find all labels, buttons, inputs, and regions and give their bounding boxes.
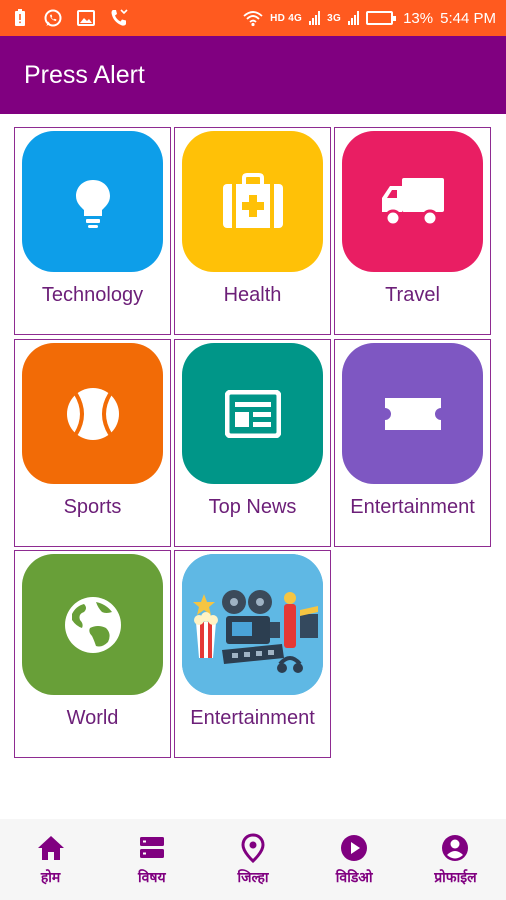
category-icon-bg [182,131,323,272]
category-label: Entertainment [350,496,475,518]
category-tile-entertainment[interactable]: Entertainment [334,339,491,547]
category-label: Sports [63,496,122,518]
category-label: Top News [208,496,297,518]
lightbulb-icon [75,179,110,228]
category-icon-bg [342,131,483,272]
nav-label: जिल्हा [237,870,269,886]
nav-label: विषय [137,870,166,886]
battery-alert-icon [15,9,25,26]
ticket-icon [384,397,441,430]
nav-label: प्रोफाईल [434,870,477,886]
category-icon-bg [342,343,483,484]
category-tile-health[interactable]: Health [174,127,331,335]
home-icon [37,836,64,860]
category-icon-bg [182,343,323,484]
first-aid-kit-icon [222,172,283,228]
whatsapp-icon [44,9,62,27]
category-icon-bg [22,343,163,484]
cinema-collage-icon [182,554,323,695]
bottom-navigation: होम विषय जिल्हा विडिओ प्रोफाईल [0,819,506,900]
status-bar: HD 4G 3G 13% 5:44 PM [0,0,506,36]
category-icon-bg [182,554,323,695]
nav-topics[interactable]: विषय [101,819,202,900]
clock: 5:44 PM [440,9,496,27]
category-tile-top-news[interactable]: Top News [174,339,331,547]
newspaper-icon [224,389,281,438]
list-icon [139,837,164,858]
network-hd-label: HD 4G [270,12,303,24]
play-icon [341,835,368,861]
category-label: Health [223,284,282,306]
nav-district[interactable]: जिल्हा [202,819,303,900]
category-tile-travel[interactable]: Travel [334,127,491,335]
category-tile-world[interactable]: World [14,550,171,758]
wifi-icon [243,11,263,27]
nav-label: होम [40,870,61,886]
category-tile-technology[interactable]: Technology [14,127,171,335]
app-bar: Press Alert [0,36,506,114]
ball-icon [66,387,119,440]
category-icon-bg [22,131,163,272]
nav-profile[interactable]: प्रोफाईल [405,819,506,900]
nav-home[interactable]: होम [0,819,101,900]
category-label: Entertainment [190,707,315,729]
nav-video[interactable]: विडिओ [304,819,405,900]
globe-icon [64,596,121,653]
battery-icon [366,11,397,25]
location-pin-icon [241,833,265,863]
phone-missed-icon [111,9,128,26]
battery-percent: 13% [403,9,434,27]
category-label: World [66,707,119,729]
truck-icon [381,177,444,226]
category-label: Travel [385,284,440,306]
category-tile-entertainment-2[interactable]: Entertainment [174,550,331,758]
gallery-icon [77,10,95,26]
signal-bars-3g-icon [348,11,360,25]
app-title: Press Alert [24,60,145,89]
category-icon-bg [22,554,163,695]
signal-bars-icon [309,11,321,25]
category-tile-sports[interactable]: Sports [14,339,171,547]
category-label: Technology [41,284,144,306]
network-3g-label: 3G [327,12,342,24]
profile-icon [442,835,469,861]
nav-label: विडिओ [335,870,373,886]
